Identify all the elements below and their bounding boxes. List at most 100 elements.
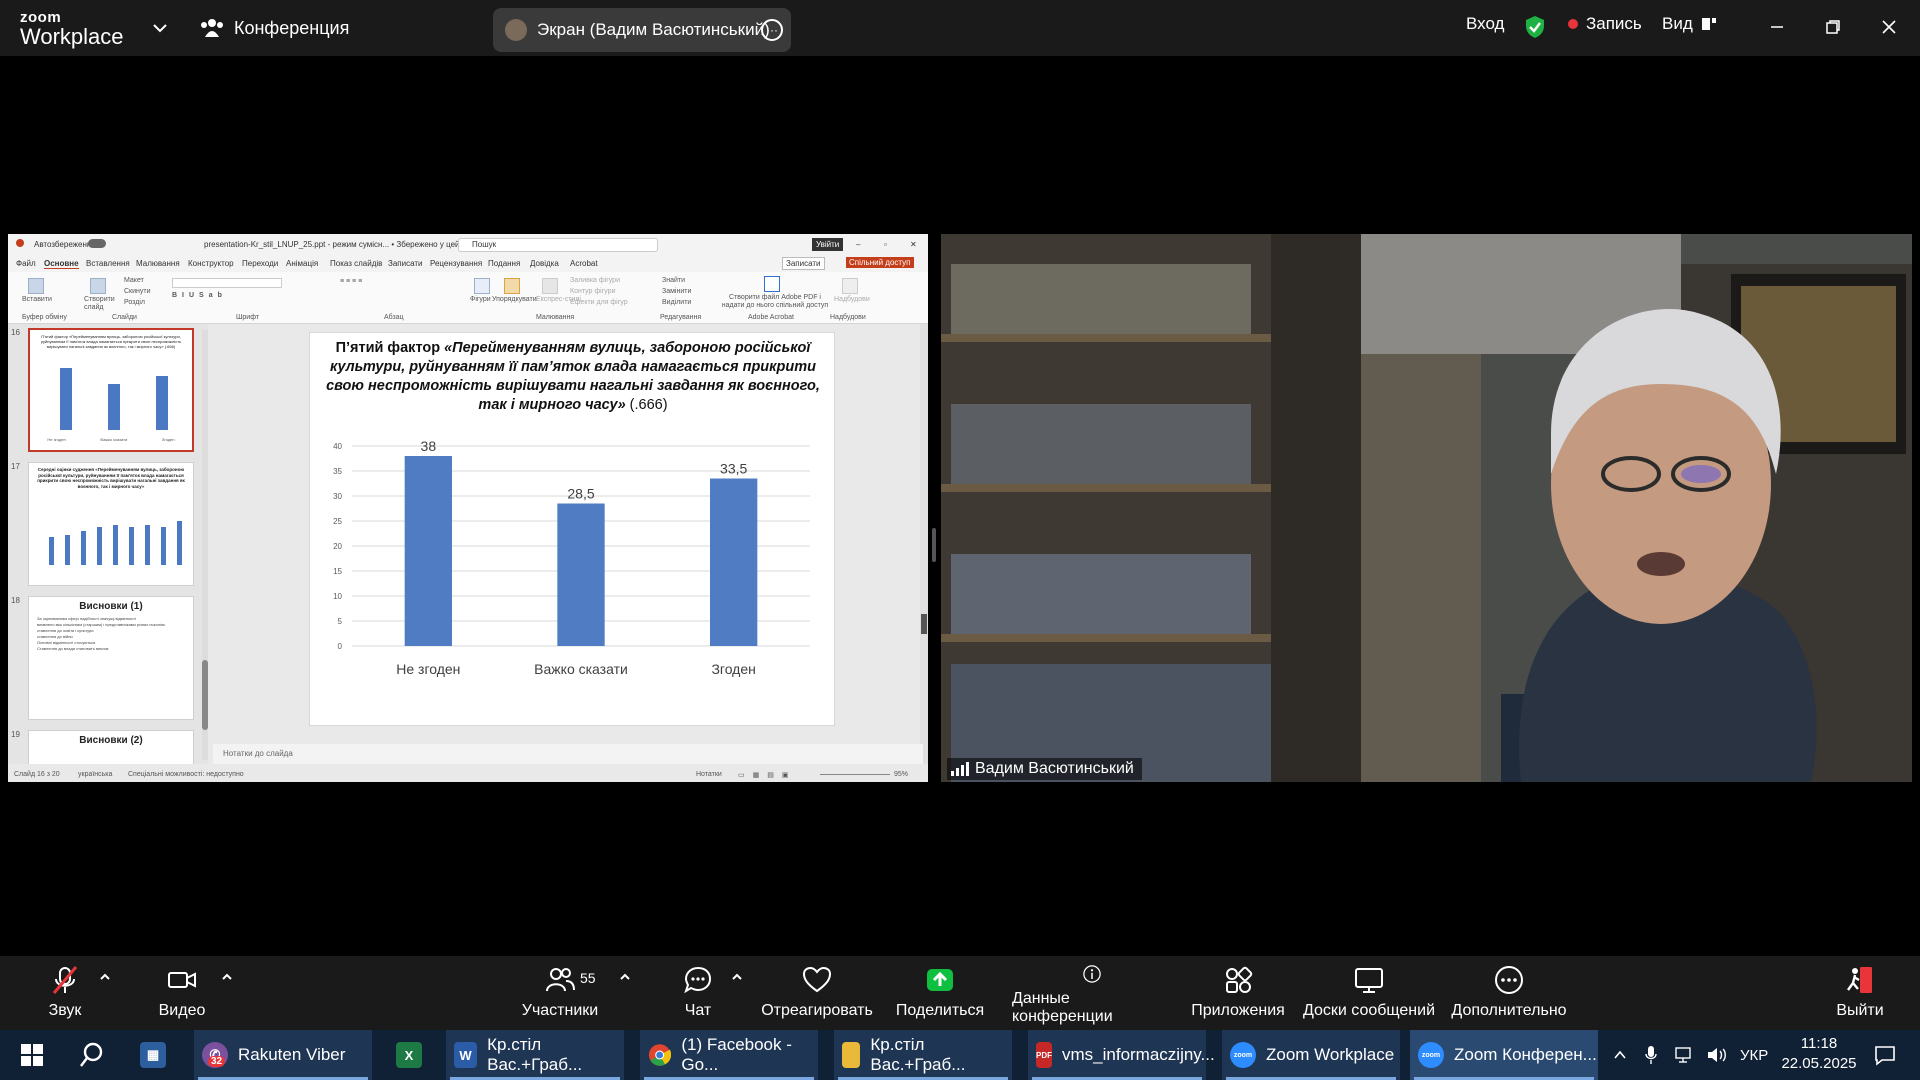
shape-outline-label[interactable]: Контур фігури [570,288,615,295]
notifications-button[interactable] [1866,1030,1906,1080]
panel-resize-handle[interactable] [932,528,936,562]
start-button[interactable] [12,1030,58,1080]
select-label[interactable]: Виділити [662,299,691,306]
meeting-menu[interactable]: Конференция [200,14,349,42]
tab-file[interactable]: Файл [16,259,36,268]
tab-insert[interactable]: Вставлення [86,259,130,268]
tab-acrobat[interactable]: Acrobat [570,259,598,268]
tab-animations[interactable]: Анімація [286,259,318,268]
new-slide-icon[interactable] [90,278,106,294]
tab-record[interactable]: Записати [388,259,423,268]
pp-minimize-icon[interactable]: – [856,240,860,249]
thumbnails-scrollbar[interactable] [202,330,208,760]
chat-caret-icon[interactable] [730,970,744,984]
pp-close-icon[interactable]: ✕ [910,240,917,249]
font-name-box[interactable] [172,278,282,288]
chat-button[interactable]: Чат [682,964,714,1026]
participants-caret-icon[interactable] [618,970,632,984]
view-mode-buttons[interactable]: ▭▦▤▣ [738,771,796,779]
shield-check-icon[interactable] [1524,15,1546,39]
react-button[interactable]: Отреагировать [761,964,873,1026]
taskbar-zoom-meeting[interactable]: zoom Zoom Конферен... [1410,1030,1598,1080]
zoom-top-bar: zoom Workplace Конференция Экран (Вадим … [0,0,1920,56]
tab-draw[interactable]: Малювання [136,259,180,268]
meeting-info-button[interactable]: Данные конференции [1012,964,1172,1026]
more-options-icon[interactable]: ··· [761,19,783,41]
tray-network[interactable] [1666,1030,1698,1080]
record-button[interactable]: Запись [1568,14,1642,34]
whiteboards-button[interactable]: Доски сообщений [1302,964,1436,1026]
close-icon[interactable] [1874,14,1904,40]
share-button[interactable]: Поделиться [896,964,984,1026]
taskbar-viber[interactable]: ✆ 32 Rakuten Viber [194,1030,372,1080]
status-language[interactable]: українська [78,771,112,778]
tab-view[interactable]: Подання [488,259,520,268]
more-button[interactable]: Дополнительно [1451,964,1567,1026]
tab-slideshow[interactable]: Показ слайдів [330,259,382,268]
taskbar-zoom-workplace[interactable]: zoom Zoom Workplace [1222,1030,1400,1080]
ribbon-share-button[interactable]: Спільний доступ [846,257,914,268]
tray-language[interactable]: УКР [1732,1030,1772,1080]
ribbon-record-button[interactable]: Записати [782,257,825,270]
taskbar-folder[interactable]: Кр.стіл Вас.+Граб... [834,1030,1012,1080]
participant-video[interactable]: Вадим Васютинський [941,234,1912,782]
apps-button[interactable]: Приложения [1190,964,1286,1026]
chevron-down-icon[interactable] [150,18,170,38]
minimize-icon[interactable] [1762,14,1792,40]
arrange-icon[interactable] [504,278,520,294]
shape-fill-label[interactable]: Заливка фігури [570,277,620,284]
font-format-buttons[interactable]: BIUSab [172,292,227,299]
shape-effects-label[interactable]: Ефекти для фігур [570,299,628,306]
layout-label[interactable]: Макет [124,277,144,284]
view-button[interactable]: Вид [1662,14,1717,34]
paragraph-buttons[interactable]: ≡ ≡ ≡ ≡ [340,278,430,288]
quick-styles-icon[interactable] [542,278,558,294]
video-caret-icon[interactable] [220,970,234,984]
zoom-slider[interactable] [820,774,890,775]
taskbar-calculator[interactable]: ▦ [132,1030,178,1080]
slide-thumbnail-17[interactable]: Середні оцінки судження «Перейменуванням… [28,462,194,586]
shapes-icon[interactable] [474,278,490,294]
restore-icon[interactable] [1818,14,1848,40]
video-button[interactable]: Видео [158,964,206,1026]
slide-scrollbar[interactable] [920,324,928,764]
slide-thumbnail-19[interactable]: Висновки (2) [28,730,194,764]
taskbar-word[interactable]: W Кр.стіл Вас.+Граб... [446,1030,624,1080]
audio-button[interactable]: Звук [48,964,82,1026]
find-label[interactable]: Знайти [662,277,685,284]
taskbar-excel[interactable]: X [388,1030,434,1080]
addins-icon[interactable] [842,278,858,294]
taskbar-clock[interactable]: 11:18 22.05.2025 [1774,1034,1864,1074]
taskbar-pdf[interactable]: PDF vms_informaczijny... [1028,1030,1215,1080]
search-button[interactable] [70,1030,116,1080]
tab-review[interactable]: Рецензування [430,259,482,268]
current-slide[interactable]: П’ятий фактор «Перейменуванням вулиць, з… [309,332,835,726]
autosave-toggle[interactable] [88,239,106,248]
slide-thumbnail-18[interactable]: Висновки (1) За оцінюванням сфері подібн… [28,596,194,720]
paste-icon[interactable] [28,278,44,294]
tray-volume[interactable] [1698,1030,1730,1080]
notes-pane[interactable]: Нотатки до слайда [213,744,923,764]
screen-share-pill[interactable]: Экран (Вадим Васютинський) ··· [493,8,791,52]
slide-thumbnail-16[interactable]: П'ятий фактор «Перейменуванням вулиць, з… [28,328,194,452]
replace-label[interactable]: Замінити [662,288,691,295]
pp-signin-button[interactable]: Увійти [812,238,844,251]
taskbar-chrome[interactable]: (1) Facebook - Go... [640,1030,818,1080]
section-label[interactable]: Розділ [124,299,145,306]
adobe-pdf-icon[interactable] [764,276,780,292]
reset-label[interactable]: Скинути [124,288,151,295]
pp-restore-icon[interactable]: ▫ [884,240,887,249]
view-label: Вид [1662,14,1693,33]
tray-overflow[interactable] [1604,1030,1634,1080]
tab-home[interactable]: Основне [44,259,79,269]
paste-label: Вставити [22,296,52,303]
status-notes-button[interactable]: Нотатки [696,771,722,778]
status-accessibility[interactable]: Спеціальні можливості: недоступно [128,771,244,778]
leave-button[interactable]: Выйти [1836,964,1884,1026]
tray-mic[interactable] [1636,1030,1666,1080]
signin-button[interactable]: Вход [1466,14,1504,34]
tab-transitions[interactable]: Переходи [242,259,278,268]
audio-caret-icon[interactable] [98,970,112,984]
tab-design[interactable]: Конструктор [188,259,234,268]
tab-help[interactable]: Довідка [530,259,559,268]
